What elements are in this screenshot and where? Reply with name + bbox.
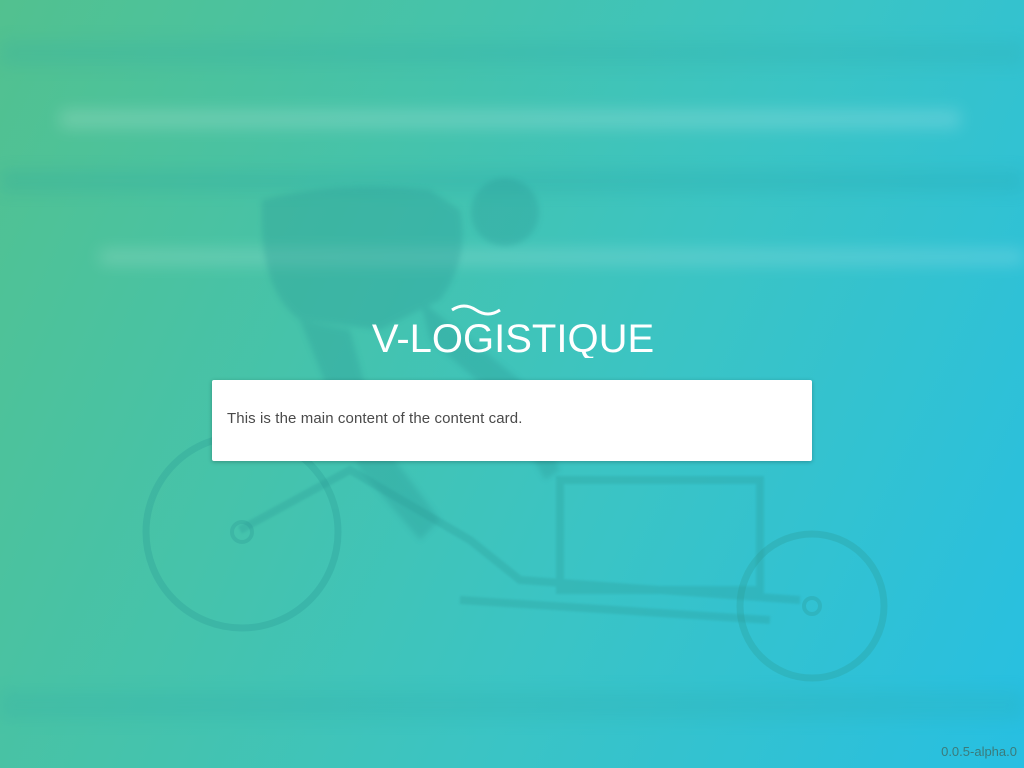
v-logistique-logo: V-LOGISTIQUE bbox=[372, 304, 654, 358]
content-card-text: This is the main content of the content … bbox=[227, 410, 523, 427]
version-label: 0.0.5-alpha.0 bbox=[941, 744, 1017, 759]
logo-text: V-LOGISTIQUE bbox=[372, 317, 654, 358]
content-card: This is the main content of the content … bbox=[212, 380, 812, 461]
logo-swoosh-icon bbox=[451, 304, 501, 316]
